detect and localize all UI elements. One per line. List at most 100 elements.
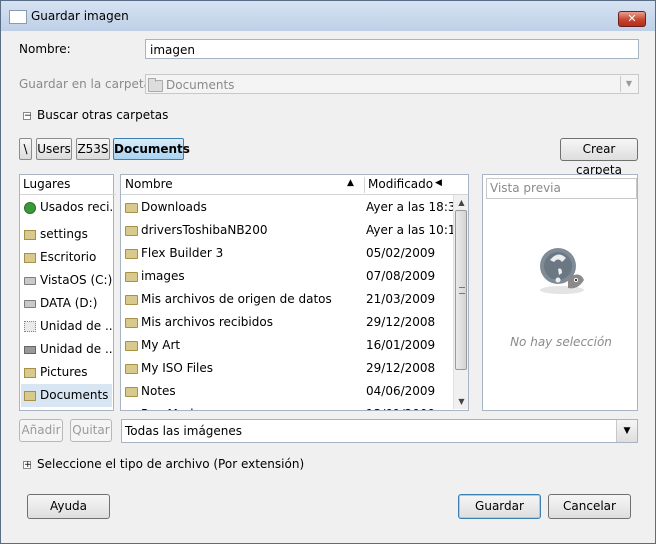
file-date: 05/02/2009	[366, 246, 436, 260]
file-name: Downloads	[141, 200, 207, 214]
file-row[interactable]: My ISO Files 29/12/2008	[121, 357, 453, 380]
place-desktop[interactable]: Escritorio	[21, 246, 112, 269]
place-pictures[interactable]: Pictures	[21, 361, 112, 384]
browse-folders-toggle[interactable]: Buscar otras carpetas	[37, 108, 168, 122]
sort-ascending-icon: ▲	[347, 178, 354, 188]
chevron-down-icon: ▼	[616, 420, 637, 442]
cancel-button[interactable]: Cancelar	[548, 494, 631, 519]
preview-panel: Vista previa No hay selección	[482, 174, 638, 411]
scroll-up-icon[interactable]: ▲	[454, 195, 468, 210]
file-row[interactable]: Mis archivos recibidos 29/12/2008	[121, 311, 453, 334]
window-title: Guardar imagen	[31, 9, 129, 23]
file-row[interactable]: Flex Builder 3 05/02/2009	[121, 242, 453, 265]
place-recent[interactable]: Usados reci...	[21, 196, 112, 219]
file-type-toggle[interactable]: Seleccione el tipo de archivo (Por exten…	[37, 457, 304, 471]
place-drive-c[interactable]: VistaOS (C:)	[21, 269, 112, 292]
place-label: DATA (D:)	[40, 296, 98, 310]
place-label: VistaOS (C:)	[40, 273, 112, 287]
file-row[interactable]: My Art 16/01/2009	[121, 334, 453, 357]
collapse-icon[interactable]: −	[23, 112, 32, 121]
places-panel: Lugares Usados reci... settings Escritor…	[19, 174, 116, 411]
create-folder-button[interactable]: Crear carpeta	[560, 138, 638, 177]
file-name: Notes	[141, 384, 176, 398]
files-scrollbar[interactable]: ▲ ▼	[453, 195, 468, 409]
remove-bookmark-button[interactable]: Quitar	[70, 419, 112, 442]
file-name: images	[141, 269, 185, 283]
recent-icon	[24, 201, 36, 214]
place-drive-d[interactable]: DATA (D:)	[21, 292, 112, 315]
place-label: Usados reci...	[40, 200, 112, 214]
place-removable-2[interactable]: Unidad de ...	[21, 338, 112, 361]
file-name: PassMark	[141, 403, 197, 410]
usb-drive-icon	[24, 345, 36, 354]
save-in-value: Documents	[166, 78, 235, 92]
file-row[interactable]: images 07/08/2009	[121, 265, 453, 288]
file-row[interactable]: Notes 04/06/2009	[121, 380, 453, 403]
file-row[interactable]: Downloads Ayer a las 18:34	[121, 196, 463, 219]
folder-icon	[24, 367, 36, 378]
folder-icon	[125, 226, 138, 236]
file-date: Ayer a las 10:14	[366, 223, 464, 237]
place-label: settings	[40, 227, 88, 241]
wilber-placeholder-icon	[540, 248, 584, 294]
places-header[interactable]: Lugares	[20, 175, 116, 195]
file-date: 13/01/2009	[366, 403, 435, 410]
file-name: Flex Builder 3	[141, 246, 224, 260]
file-row[interactable]: PassMark 13/01/2009	[121, 403, 453, 411]
folder-icon	[24, 390, 36, 401]
scroll-down-icon[interactable]: ▼	[454, 394, 468, 409]
file-name: Mis archivos de origen de datos	[141, 292, 332, 306]
place-documents[interactable]: Documents	[21, 384, 112, 407]
file-date: 29/12/2008	[366, 315, 436, 329]
file-date: 16/01/2009	[366, 338, 436, 352]
folder-icon	[125, 203, 138, 213]
title-bar: Guardar imagen ✕	[1, 1, 655, 31]
save-in-combo[interactable]: Documents ▼	[145, 74, 639, 94]
folder-icon	[24, 229, 36, 240]
column-header-modified[interactable]: Modificado	[364, 177, 433, 193]
removable-drive-icon	[24, 321, 36, 332]
file-row[interactable]: Mis archivos de origen de datos 21/03/200…	[121, 288, 453, 311]
file-date: 07/08/2009	[366, 269, 436, 283]
place-label: Escritorio	[40, 250, 97, 264]
save-in-label: Guardar en la carpeta:	[19, 77, 155, 91]
add-bookmark-button[interactable]: Añadir	[19, 419, 63, 442]
place-label: Pictures	[40, 365, 88, 379]
file-filter-combo[interactable]: Todas las imágenes ▼	[121, 419, 638, 443]
name-input[interactable]: imagen	[145, 39, 639, 59]
path-button-root[interactable]: \	[19, 138, 32, 160]
files-panel: Nombre ▲ Modificado ◀ Downloads Ayer a la…	[120, 174, 469, 411]
path-button-documents[interactable]: Documents	[113, 138, 190, 160]
folder-icon	[125, 387, 138, 397]
dialog-body: Nombre: imagen Guardar en la carpeta: Do…	[9, 31, 647, 535]
folder-icon	[125, 295, 138, 305]
name-label: Nombre:	[19, 42, 71, 56]
place-removable-1[interactable]: Unidad de ...	[21, 315, 112, 338]
no-selection-text: No hay selección	[510, 335, 612, 349]
place-settings[interactable]: settings	[21, 223, 112, 246]
file-date: 21/03/2009	[366, 292, 436, 306]
desktop-icon	[24, 252, 36, 263]
file-row[interactable]: driversToshibaNB200 Ayer a las 10:14	[121, 219, 463, 242]
help-button[interactable]: Ayuda	[27, 494, 110, 519]
close-icon: ✕	[627, 12, 637, 25]
grip-icon	[459, 287, 465, 294]
expand-icon[interactable]: +	[23, 461, 32, 470]
folder-icon	[125, 341, 138, 351]
path-button-users[interactable]: Users	[36, 138, 72, 160]
path-button-z53s[interactable]: Z53S	[76, 138, 110, 160]
drive-icon	[24, 299, 36, 308]
chevron-down-icon: ▼	[620, 76, 637, 92]
preview-label: Vista previa	[486, 178, 637, 199]
file-filter-value: Todas las imágenes	[125, 424, 243, 438]
file-date: 04/06/2009	[366, 384, 436, 398]
close-button[interactable]: ✕	[618, 11, 646, 27]
scrollbar-thumb[interactable]	[455, 210, 467, 370]
place-label: Unidad de ...	[40, 319, 112, 333]
save-button[interactable]: Guardar	[458, 494, 541, 519]
folder-icon	[125, 410, 138, 411]
file-name: driversToshibaNB200	[141, 223, 268, 237]
column-header-name[interactable]: Nombre	[125, 177, 173, 191]
file-name: Mis archivos recibidos	[141, 315, 273, 329]
folder-icon	[125, 272, 138, 282]
